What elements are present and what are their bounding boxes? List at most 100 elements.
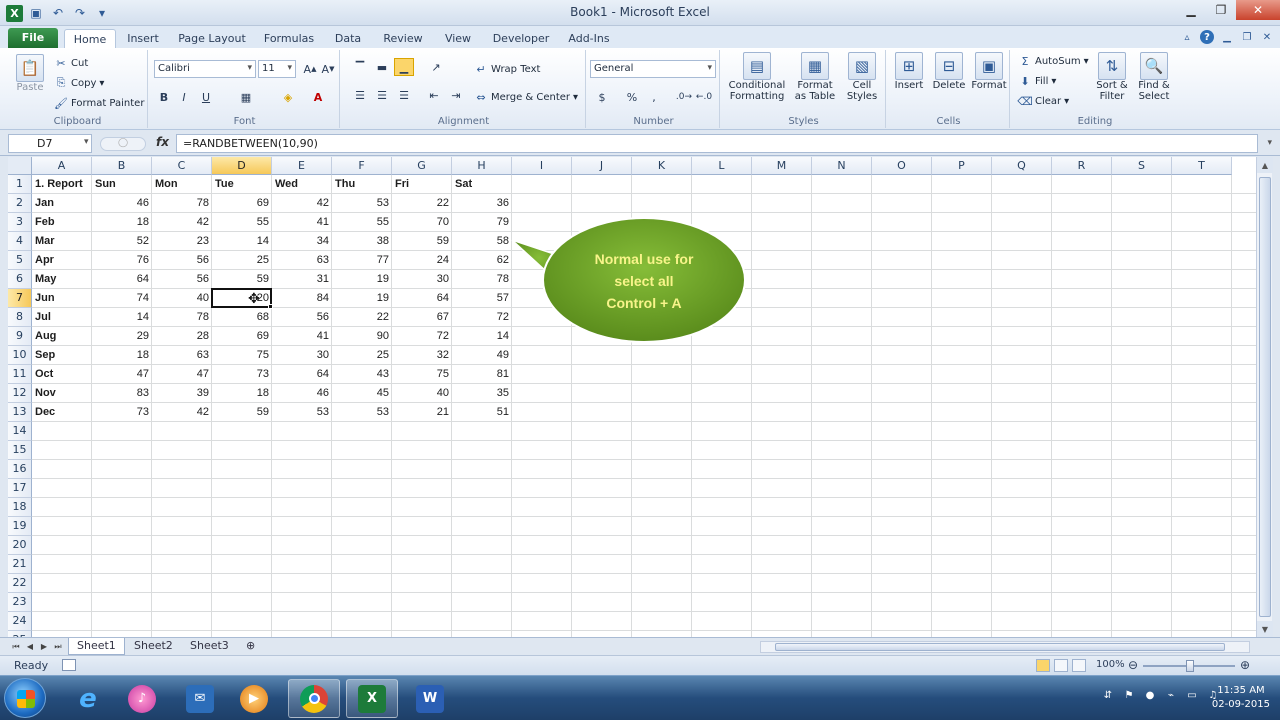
scroll-down-icon[interactable]: ▼ xyxy=(1257,621,1273,637)
align-middle-icon[interactable]: ▬ xyxy=(372,58,392,76)
workbook-close-icon[interactable]: ✕ xyxy=(1260,30,1274,44)
horizontal-scrollbar[interactable] xyxy=(760,641,1250,653)
cell-c5[interactable]: 56 xyxy=(152,251,212,270)
bold-button[interactable]: B xyxy=(154,88,174,106)
increase-indent-icon[interactable]: ⇥ xyxy=(446,86,466,104)
cell-h10[interactable]: 49 xyxy=(452,346,512,365)
cell-c3[interactable]: 42 xyxy=(152,213,212,232)
column-header-k[interactable]: K xyxy=(632,157,692,175)
conditional-formatting-button[interactable]: ▤ Conditional Formatting xyxy=(726,52,788,102)
column-header-b[interactable]: B xyxy=(92,157,152,175)
cell-d7[interactable]: 20 xyxy=(212,289,272,308)
page-layout-view-icon[interactable] xyxy=(1054,659,1068,672)
row-header-11[interactable]: 11 xyxy=(8,365,32,384)
workbook-minimize-icon[interactable]: ▁ xyxy=(1220,30,1234,44)
cell-a5[interactable]: Apr xyxy=(32,251,92,270)
cell-b10[interactable]: 18 xyxy=(92,346,152,365)
tab-formulas[interactable]: Formulas xyxy=(258,29,320,48)
name-box[interactable]: D7 xyxy=(8,134,92,153)
cell-d2[interactable]: 69 xyxy=(212,194,272,213)
taskbar-clock[interactable]: 11:35 AM 02-09-2015 xyxy=(1212,684,1270,712)
cell-a2[interactable]: Jan xyxy=(32,194,92,213)
taskbar-itunes[interactable]: ♪ xyxy=(116,679,168,718)
cell-g10[interactable]: 32 xyxy=(392,346,452,365)
close-icon[interactable]: ✕ xyxy=(1236,0,1280,20)
taskbar-internet-explorer[interactable]: e xyxy=(62,679,114,718)
row-header-3[interactable]: 3 xyxy=(8,213,32,232)
cell-a1[interactable]: 1. Report xyxy=(32,175,92,194)
insert-cells-button[interactable]: ⊞ Insert xyxy=(890,52,928,91)
power-icon[interactable]: ⌁ xyxy=(1164,690,1178,704)
clear-button[interactable]: ⌫ Clear ▾ xyxy=(1017,94,1069,108)
row-header-13[interactable]: 13 xyxy=(8,403,32,422)
cell-d12[interactable]: 18 xyxy=(212,384,272,403)
align-bottom-icon[interactable]: ▁ xyxy=(394,58,414,76)
cell-c2[interactable]: 78 xyxy=(152,194,212,213)
taskbar-word[interactable]: W xyxy=(404,679,456,718)
cell-d13[interactable]: 59 xyxy=(212,403,272,422)
row-header-1[interactable]: 1 xyxy=(8,175,32,194)
font-name-combo[interactable]: Calibri xyxy=(154,60,256,78)
row-header-4[interactable]: 4 xyxy=(8,232,32,251)
column-header-d[interactable]: D xyxy=(212,157,272,175)
column-header-f[interactable]: F xyxy=(332,157,392,175)
fill-handle[interactable] xyxy=(268,304,273,309)
expand-formula-bar-icon[interactable]: ▾ xyxy=(1267,138,1272,148)
vertical-scrollbar[interactable]: ▲ ▼ xyxy=(1256,157,1273,637)
taskbar-excel[interactable]: X xyxy=(346,679,398,718)
cell-g1[interactable]: Fri xyxy=(392,175,452,194)
cell-a13[interactable]: Dec xyxy=(32,403,92,422)
find-select-button[interactable]: 🔍 Find & Select xyxy=(1134,52,1174,102)
underline-button[interactable]: U xyxy=(196,88,216,106)
cell-a10[interactable]: Sep xyxy=(32,346,92,365)
cell-b11[interactable]: 47 xyxy=(92,365,152,384)
accounting-format-icon[interactable]: $ xyxy=(592,88,612,106)
cell-g7[interactable]: 64 xyxy=(392,289,452,308)
row-header-20[interactable]: 20 xyxy=(8,536,32,555)
scroll-up-icon[interactable]: ▲ xyxy=(1257,157,1273,173)
cell-g6[interactable]: 30 xyxy=(392,270,452,289)
autosum-button[interactable]: Σ AutoSum ▾ xyxy=(1018,54,1089,68)
tab-insert[interactable]: Insert xyxy=(122,29,164,48)
column-header-m[interactable]: M xyxy=(752,157,812,175)
cell-b4[interactable]: 52 xyxy=(92,232,152,251)
taskbar-media-player[interactable]: ▶ xyxy=(228,679,280,718)
insert-function-icon[interactable]: fx xyxy=(156,135,169,149)
copy-button[interactable]: ⎘ Copy ▾ xyxy=(54,76,105,90)
workbook-restore-icon[interactable]: ❐ xyxy=(1240,30,1254,44)
align-top-icon[interactable]: ▔ xyxy=(350,58,370,76)
cell-b12[interactable]: 83 xyxy=(92,384,152,403)
cell-c9[interactable]: 28 xyxy=(152,327,212,346)
row-header-24[interactable]: 24 xyxy=(8,612,32,631)
cell-h12[interactable]: 35 xyxy=(452,384,512,403)
column-header-q[interactable]: Q xyxy=(992,157,1052,175)
percent-style-button[interactable]: % xyxy=(622,88,642,106)
maximize-icon[interactable]: ❐ xyxy=(1206,0,1236,20)
grow-font-icon[interactable]: A ▲ xyxy=(300,60,320,78)
cell-e10[interactable]: 30 xyxy=(272,346,332,365)
increase-decimal-icon[interactable]: .0→ xyxy=(674,88,694,106)
macro-record-icon[interactable] xyxy=(62,659,76,671)
fill-button[interactable]: ⬇ Fill ▾ xyxy=(1018,74,1056,88)
column-header-g[interactable]: G xyxy=(392,157,452,175)
cell-d9[interactable]: 69 xyxy=(212,327,272,346)
sort-filter-button[interactable]: ⇅ Sort & Filter xyxy=(1092,52,1132,102)
cell-f11[interactable]: 43 xyxy=(332,365,392,384)
cell-b3[interactable]: 18 xyxy=(92,213,152,232)
row-header-9[interactable]: 9 xyxy=(8,327,32,346)
font-color-icon[interactable]: A xyxy=(308,88,328,106)
cell-g13[interactable]: 21 xyxy=(392,403,452,422)
cell-d10[interactable]: 75 xyxy=(212,346,272,365)
tab-add-ins[interactable]: Add-Ins xyxy=(562,29,616,48)
cell-e3[interactable]: 41 xyxy=(272,213,332,232)
cell-f8[interactable]: 22 xyxy=(332,308,392,327)
help-icon[interactable]: ? xyxy=(1200,30,1214,44)
cell-g11[interactable]: 75 xyxy=(392,365,452,384)
cell-a12[interactable]: Nov xyxy=(32,384,92,403)
wrap-text-button[interactable]: ↵ Wrap Text xyxy=(474,62,540,76)
row-header-16[interactable]: 16 xyxy=(8,460,32,479)
app-tray-icon[interactable]: ● xyxy=(1143,690,1157,704)
cell-e6[interactable]: 31 xyxy=(272,270,332,289)
cell-c8[interactable]: 78 xyxy=(152,308,212,327)
column-header-r[interactable]: R xyxy=(1052,157,1112,175)
